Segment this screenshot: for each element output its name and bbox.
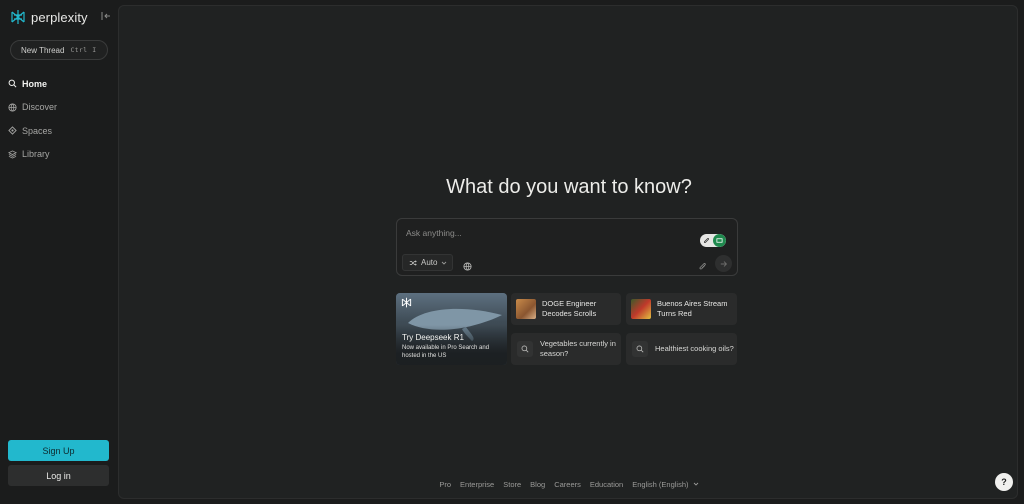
new-thread-label: New Thread [21, 45, 65, 55]
footer-link-blog[interactable]: Blog [530, 480, 545, 489]
footer-link-store[interactable]: Store [503, 480, 521, 489]
focus-globe-icon[interactable] [463, 258, 472, 276]
news-title: Buenos Aires Stream Turns Red [657, 299, 728, 318]
sidebar-nav: Home Discover Spaces Library [8, 72, 108, 166]
chevron-down-icon [442, 261, 447, 265]
footer-link-enterprise[interactable]: Enterprise [460, 480, 494, 489]
sidebar-item-discover[interactable]: Discover [8, 96, 108, 120]
search-box[interactable]: Ask anything... Auto [396, 218, 738, 276]
attach-icon[interactable] [698, 258, 707, 276]
globe-icon [8, 103, 17, 112]
search-icon [632, 341, 648, 357]
sidebar-item-label: Discover [22, 102, 58, 113]
sidebar-item-library[interactable]: Library [8, 143, 108, 167]
sidebar-item-spaces[interactable]: Spaces [8, 119, 108, 143]
window-icon [716, 238, 723, 243]
footer: Pro Enterprise Store Blog Careers Educat… [119, 480, 1019, 489]
mode-label: Auto [421, 258, 438, 267]
perplexity-logo-icon [11, 10, 25, 24]
sidebar-item-label: Spaces [22, 125, 53, 136]
toggle-on-indicator [713, 234, 726, 247]
footer-link-pro[interactable]: Pro [439, 480, 451, 489]
sidebar-item-home[interactable]: Home [8, 72, 108, 96]
search-icon [8, 79, 17, 88]
footer-link-careers[interactable]: Careers [554, 480, 581, 489]
question-text: Healthiest cooking oils? [655, 344, 734, 353]
logo[interactable]: perplexity [10, 9, 88, 25]
news-thumbnail [631, 299, 651, 319]
news-title: DOGE Engineer Decodes Scrolls [542, 299, 597, 318]
perplexity-logo-icon [401, 297, 412, 308]
paperclip-icon [704, 238, 709, 243]
library-icon [8, 150, 17, 159]
log-in-button[interactable]: Log in [8, 465, 109, 486]
question-text: Vegetables currently in season? [540, 339, 616, 358]
feature-card-deepseek[interactable]: Try Deepseek R1 Now available in Pro Sea… [396, 293, 507, 365]
mode-selector-button[interactable]: Auto [402, 254, 453, 271]
suggested-question[interactable]: Healthiest cooking oils? [626, 333, 737, 365]
submit-button[interactable] [715, 255, 732, 272]
help-button[interactable]: ? [995, 473, 1013, 491]
collapse-sidebar-icon[interactable] [101, 11, 112, 22]
feature-card-title: Try Deepseek R1 [402, 333, 464, 342]
feature-card-subtitle: Now available in Pro Search and hosted i… [402, 345, 490, 359]
search-icon [517, 341, 533, 357]
footer-link-education[interactable]: Education [590, 480, 623, 489]
sidebar: perplexity New Thread Ctrl I Home Discov… [0, 0, 116, 504]
new-thread-button[interactable]: New Thread Ctrl I [10, 40, 108, 60]
shortcut-key: I [92, 46, 97, 54]
chevron-down-icon [693, 482, 698, 486]
search-input[interactable]: Ask anything... [406, 228, 462, 238]
language-label: English (English) [632, 480, 689, 489]
sidebar-item-label: Library [22, 149, 50, 160]
news-card[interactable]: Buenos Aires Stream Turns Red [626, 293, 737, 325]
sign-up-button[interactable]: Sign Up [8, 440, 109, 461]
logo-text: perplexity [31, 9, 88, 25]
news-card[interactable]: DOGE Engineer Decodes Scrolls [511, 293, 621, 325]
main-panel: What do you want to know? Ask anything..… [118, 5, 1018, 499]
suggested-question[interactable]: Vegetables currently in season? [511, 333, 621, 365]
page-title: What do you want to know? [446, 176, 692, 198]
spaces-icon [8, 126, 17, 135]
arrow-right-icon [720, 260, 727, 267]
news-thumbnail [516, 299, 536, 319]
sidebar-item-label: Home [22, 78, 48, 89]
language-selector[interactable]: English (English) [632, 480, 698, 489]
shuffle-icon [409, 259, 417, 266]
model-toggle[interactable] [700, 234, 726, 247]
shortcut-modifier: Ctrl [70, 46, 88, 54]
